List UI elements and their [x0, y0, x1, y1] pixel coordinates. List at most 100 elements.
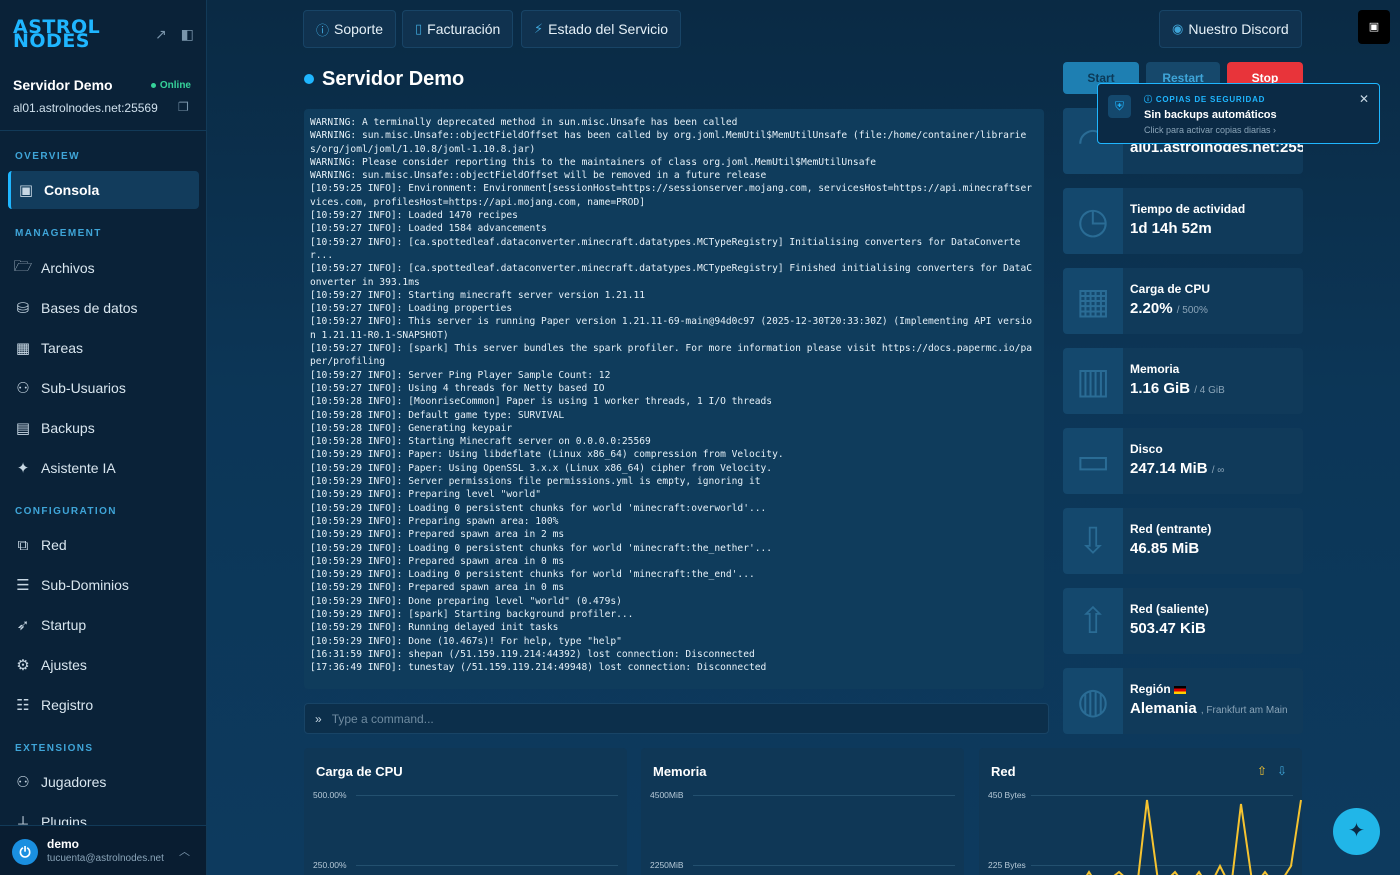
gear-icon: ⚙ — [16, 657, 30, 674]
stat-value: 1.16 GiB / 4 GiB — [1130, 380, 1225, 397]
globe-icon: ◍ — [1063, 668, 1123, 734]
sidebar-item-tareas[interactable]: ▦ Tareas — [8, 329, 199, 367]
sparkle-icon: ✦ — [16, 460, 30, 477]
cloud-download-icon: ⇩ — [1063, 508, 1123, 574]
sidebar-item-archivos[interactable]: 🗁 Archivos — [8, 249, 199, 287]
close-icon[interactable]: ✕ — [1359, 92, 1369, 106]
players-icon: ⚇ — [16, 774, 30, 791]
console-text: WARNING: A terminally deprecated method … — [310, 117, 1032, 674]
graph-tick: 250.00% — [313, 860, 347, 870]
germany-flag-icon — [1173, 685, 1186, 694]
facturacion-button[interactable]: ▯ Facturación — [402, 10, 514, 48]
copy-icon[interactable]: ❐ — [178, 100, 189, 114]
command-input[interactable] — [331, 711, 1012, 726]
section-overview: OVERVIEW — [15, 151, 80, 162]
sidebar-item-backups[interactable]: ▤ Backups — [8, 409, 199, 447]
gridline — [693, 865, 955, 866]
graph-tick: 500.00% — [313, 790, 347, 800]
sidebar-item-jugadores[interactable]: ⚇ Jugadores — [8, 763, 199, 801]
stat-disk: ▭ Disco 247.14 MiB / ∞ — [1063, 428, 1303, 494]
info-icon: ⓘ — [316, 22, 330, 38]
database-icon: ⛁ — [16, 300, 30, 317]
hard-drive-icon: ▭ — [1063, 428, 1123, 494]
discord-icon: ◉ — [1172, 21, 1184, 36]
status-dot-icon — [304, 74, 314, 84]
stat-value: 247.14 MiB / ∞ — [1130, 460, 1225, 477]
estado-servicio-button[interactable]: ⚡ Estado del Servicio — [521, 10, 681, 48]
rocket-icon: ➶ — [16, 617, 30, 634]
stat-value: 46.85 MiB — [1130, 540, 1200, 557]
sidebar-item-registro[interactable]: ☷ Registro — [8, 686, 199, 724]
sidebar-item-startup[interactable]: ➶ Startup — [8, 606, 199, 644]
avatar: ⏻ — [12, 839, 38, 865]
archive-icon: ▤ — [15, 420, 31, 437]
command-bar: » — [304, 703, 1049, 734]
stat-value: 503.47 KiB — [1130, 620, 1206, 637]
sidebar-item-ajustes[interactable]: ⚙ Ajustes — [8, 646, 199, 684]
calendar-icon: ▦ — [15, 340, 31, 357]
graph-tick: 4500MiB — [650, 790, 684, 800]
users-icon: ⚇ — [16, 380, 30, 397]
sidebar-item-sub-dominios[interactable]: ☰ Sub-Dominios — [8, 566, 199, 604]
stat-region: ◍ Región Alemania , Frankfurt am Main — [1063, 668, 1303, 734]
toast-kicker: ⓘ COPIAS DE SEGURIDAD — [1144, 95, 1266, 104]
gridline — [693, 795, 955, 796]
log-icon: ☷ — [16, 697, 30, 714]
chevron-up-icon: ︿ — [179, 846, 190, 858]
sidebar-item-red[interactable]: ⧉ Red — [8, 526, 199, 564]
status-dot-icon — [150, 82, 156, 88]
stat-net-out: ⇧ Red (saliente) 503.47 KiB — [1063, 588, 1303, 654]
soporte-button[interactable]: ⓘ Soporte — [303, 10, 397, 48]
shield-icon: ⛨ — [1108, 95, 1131, 118]
toast-link[interactable]: Click para activar copias diarias › — [1144, 125, 1276, 135]
stat-label: Red (saliente) — [1130, 602, 1209, 616]
stat-label: Red (entrante) — [1130, 522, 1212, 536]
user-menu[interactable]: ⏻ demo tucuenta@astrolnodes.net ︿ — [0, 825, 206, 875]
id-card-icon[interactable]: ▣ — [1358, 10, 1390, 44]
cloud-upload-icon: ⇧ — [1063, 588, 1123, 654]
server-name: Servidor Demo — [13, 77, 113, 93]
section-management: MANAGEMENT — [15, 228, 102, 239]
gridline — [356, 865, 618, 866]
discord-button[interactable]: ◉ Nuestro Discord — [1159, 10, 1302, 48]
stat-uptime: ◷ Tiempo de actividad 1d 14h 52m — [1063, 188, 1303, 254]
stat-cpu: ▦ Carga de CPU 2.20% / 500% — [1063, 268, 1303, 334]
divider — [0, 130, 206, 131]
sidebar-item-asistente-ia[interactable]: ✦ Asistente IA — [8, 449, 199, 487]
folder-icon: 🗁 — [13, 257, 33, 275]
memory-icon: ▥ — [1063, 348, 1123, 414]
toast-title: Sin backups automáticos — [1144, 109, 1277, 121]
stat-value: 2.20% / 500% — [1130, 300, 1208, 317]
stat-memory: ▥ Memoria 1.16 GiB / 4 GiB — [1063, 348, 1303, 414]
sidebar-toggle-icon[interactable]: ◧ — [181, 26, 194, 43]
backup-toast[interactable]: ⛨ ⓘ COPIAS DE SEGURIDAD Sin backups auto… — [1097, 83, 1380, 144]
user-email: tucuenta@astrolnodes.net — [47, 853, 164, 864]
graph-title: Carga de CPU — [316, 764, 403, 779]
stat-label: Disco — [1130, 442, 1163, 456]
server-address: al01.astrolnodes.net:25569 — [13, 101, 158, 115]
gridline — [356, 795, 618, 796]
external-link-icon[interactable]: ↗ — [155, 26, 167, 43]
ai-assistant-button[interactable]: ✦ — [1333, 808, 1380, 855]
console-output[interactable]: WARNING: A terminally deprecated method … — [304, 109, 1044, 689]
network-graph-card: Red ⇧ ⇩ 450 Bytes 225 Bytes — [979, 748, 1302, 875]
memory-graph-card: Memoria 4500MiB 2250MiB — [641, 748, 964, 875]
server-status: Online — [150, 80, 191, 91]
graph-tick: 2250MiB — [650, 860, 684, 870]
section-configuration: CONFIGURATION — [15, 506, 117, 517]
network-traffic-line — [1085, 799, 1302, 875]
sidebar-item-sub-usuarios[interactable]: ⚇ Sub-Usuarios — [8, 369, 199, 407]
stat-label: Carga de CPU — [1130, 282, 1211, 296]
clock-icon: ◷ — [1063, 188, 1123, 254]
sidebar-item-bases-de-datos[interactable]: ⛁ Bases de datos — [8, 289, 199, 327]
user-name: demo — [47, 837, 80, 851]
stat-value: 1d 14h 52m — [1130, 220, 1212, 237]
sidebar-item-consola[interactable]: ▣ Consola — [8, 171, 199, 209]
logo-row: ASTROL NODES ↗ ◧ — [13, 18, 198, 56]
cpu-icon: ▦ — [1063, 268, 1123, 334]
stat-label: Memoria — [1130, 362, 1180, 376]
cpu-graph-card: Carga de CPU 500.00% 250.00% — [304, 748, 627, 875]
chevrons-right-icon: » — [315, 711, 322, 726]
section-extensions: EXTENSIONS — [15, 743, 94, 754]
document-icon: ▯ — [415, 21, 423, 36]
